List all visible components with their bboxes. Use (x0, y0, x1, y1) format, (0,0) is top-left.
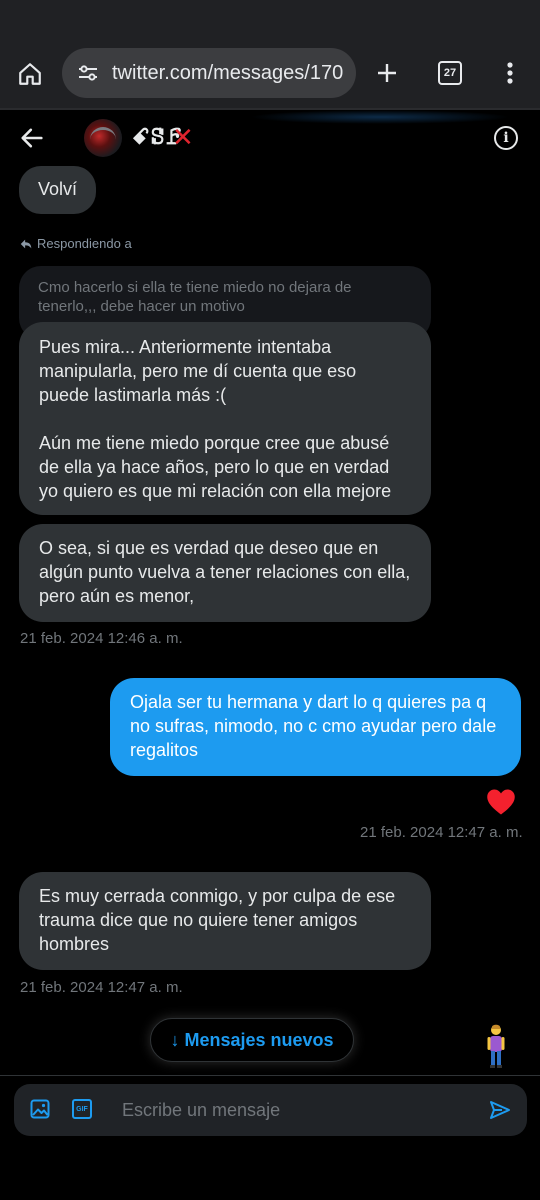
more-vert-icon (507, 62, 513, 84)
reply-arrow-icon (20, 239, 32, 248)
message-input[interactable] (122, 1094, 482, 1126)
message-bubble-incoming[interactable]: Volví (19, 166, 96, 214)
message-composer: GIF (14, 1084, 527, 1136)
address-bar[interactable]: twitter.com/messages/170 (62, 48, 356, 98)
message-timestamp: 21 feb. 2024 12:46 a. m. (20, 630, 183, 647)
tab-switcher-button[interactable]: 27 (438, 61, 462, 85)
browser-toolbar: twitter.com/messages/170 27 (0, 0, 540, 108)
avatar[interactable] (84, 119, 122, 157)
heart-reaction-icon[interactable] (486, 788, 516, 816)
info-button[interactable]: i (494, 126, 518, 150)
gif-label: GIF (76, 1105, 88, 1113)
message-bubble-incoming[interactable]: Es muy cerrada conmigo, y por culpa de e… (19, 872, 431, 970)
home-button[interactable] (12, 56, 48, 92)
gif-button[interactable]: GIF (72, 1099, 92, 1119)
tune-icon[interactable] (76, 61, 100, 85)
url-text[interactable]: twitter.com/messages/170 (112, 62, 343, 85)
reply-label: Respondiendo a (37, 236, 132, 251)
reply-indicator: Respondiendo a (19, 236, 132, 251)
image-icon[interactable] (30, 1099, 50, 1119)
new-messages-button[interactable]: ↓ Mensajes nuevos (150, 1018, 354, 1062)
tab-count: 27 (443, 67, 457, 79)
send-icon[interactable] (488, 1098, 512, 1122)
message-bubble-incoming[interactable]: O sea, si que es verdad que deseo que en… (19, 524, 431, 622)
plus-icon (378, 64, 396, 82)
message-bubble-outgoing[interactable]: Ojala ser tu hermana y dart lo q quieres… (110, 678, 521, 776)
composer-divider (0, 1075, 540, 1076)
message-timestamp: 21 feb. 2024 12:47 a. m. (360, 824, 523, 841)
home-icon (19, 63, 41, 85)
person-standing-emoji-icon (487, 1024, 505, 1068)
back-arrow-icon[interactable] (18, 124, 46, 152)
more-vert-button[interactable] (496, 56, 524, 90)
conversation-header: ꗃꗟꗓ ✕ i (0, 112, 540, 164)
red-x-emoji: ✕ (172, 122, 194, 152)
new-tab-button[interactable] (370, 56, 404, 90)
info-icon: i (503, 130, 509, 146)
message-bubble-incoming[interactable]: Pues mira... Anteriormente intentaba man… (19, 322, 431, 515)
message-timestamp: 21 feb. 2024 12:47 a. m. (20, 979, 183, 996)
